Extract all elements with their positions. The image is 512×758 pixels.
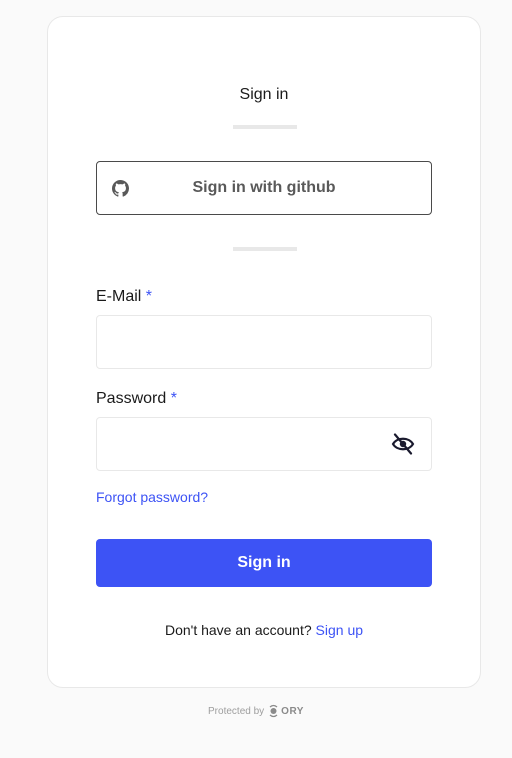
required-mark: * [170,390,177,407]
page-title: Sign in [239,86,289,103]
ory-brand-text: ORY [281,705,304,717]
divider [233,125,297,129]
protected-by-text: Protected by [208,705,265,717]
signup-row: Don't have an account? Sign up [48,622,480,638]
ory-logo-icon [269,704,278,718]
signup-prompt: Don't have an account? [164,622,312,638]
forgot-password-link[interactable]: Forgot password? [96,489,208,505]
email-field[interactable] [96,315,432,369]
sign-in-with-github-label: Sign in with github [192,179,336,196]
email-label-text: E-Mail [96,288,142,305]
ory-logo: ORY [268,704,304,718]
sign-in-with-github-button[interactable]: Sign in with github [96,161,432,215]
required-mark: * [145,288,153,305]
password-field[interactable] [96,417,432,471]
github-icon [112,180,129,197]
footer: Protected by ORY [0,704,512,718]
password-label: Password * [96,390,177,408]
sign-up-link[interactable]: Sign up [316,622,363,638]
sign-in-button[interactable]: Sign in [96,539,432,587]
divider [233,247,297,251]
login-card: Sign in Sign in with github E-Mail * Pas… [47,16,481,688]
password-label-text: Password [96,390,167,407]
email-label: E-Mail * [96,288,152,306]
eye-off-icon[interactable] [391,433,415,455]
